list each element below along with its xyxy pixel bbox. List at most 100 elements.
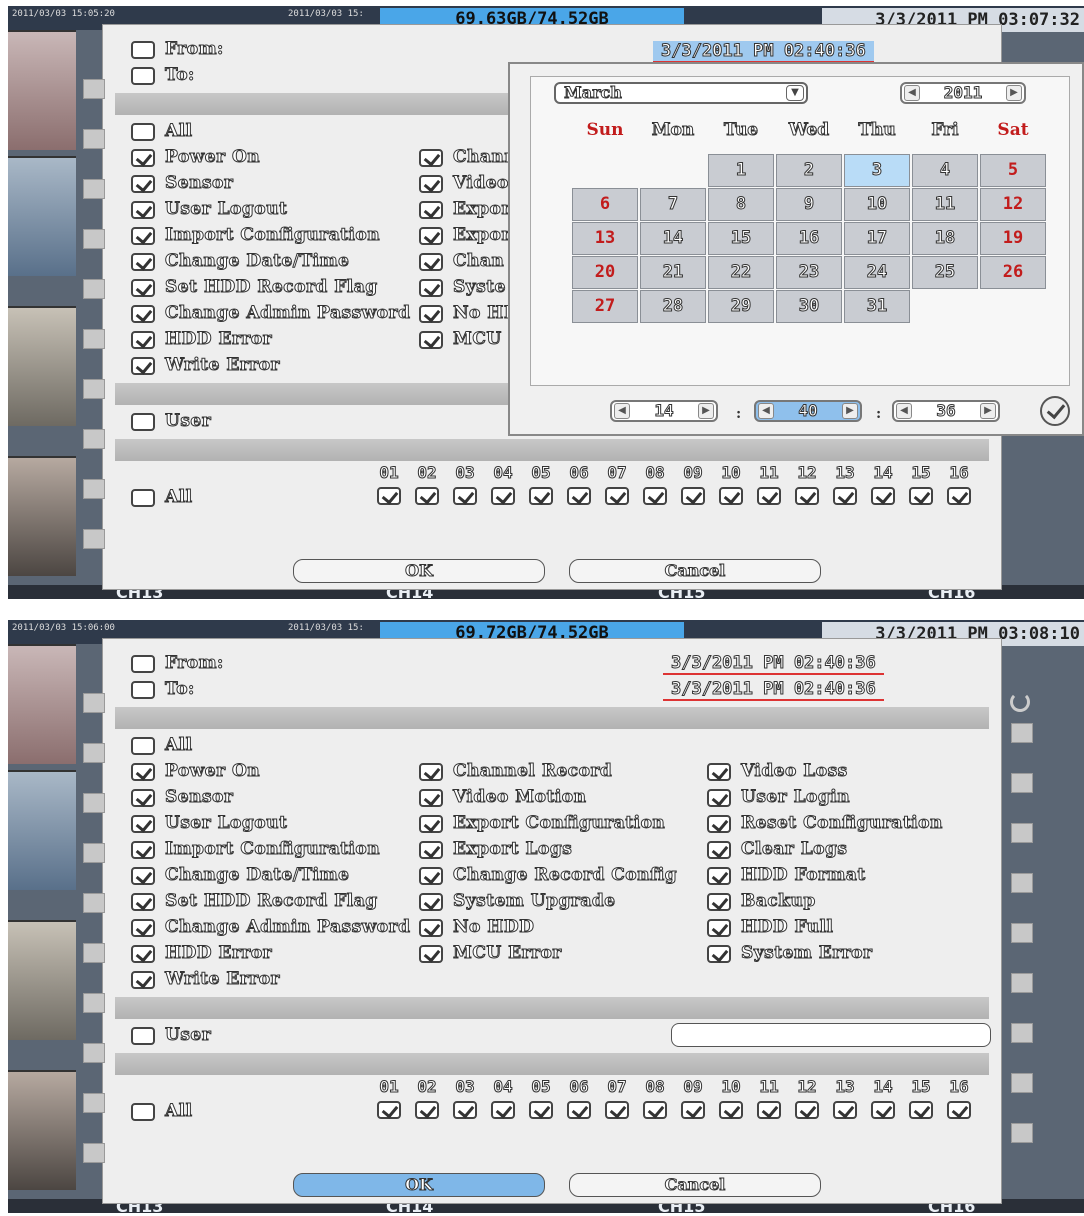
event-checkbox[interactable]: [419, 175, 443, 193]
all-events-checkbox[interactable]: [131, 737, 155, 755]
channel-checkbox[interactable]: [415, 487, 439, 505]
event-checkbox[interactable]: [131, 945, 155, 963]
side-button[interactable]: [83, 793, 105, 813]
all-events-checkbox[interactable]: [131, 123, 155, 141]
channel-checkbox[interactable]: [719, 1101, 743, 1119]
from-checkbox[interactable]: [131, 41, 155, 59]
month-select[interactable]: March ▼: [554, 82, 808, 104]
channel-checkbox[interactable]: [757, 487, 781, 505]
calendar-day[interactable]: 30: [776, 290, 842, 323]
channel-checkbox[interactable]: [719, 487, 743, 505]
user-checkbox[interactable]: [131, 1027, 155, 1045]
from-datetime[interactable]: 3/3/2011 PM 02:40:36: [653, 41, 874, 63]
channel-checkbox[interactable]: [605, 487, 629, 505]
event-checkbox[interactable]: [707, 867, 731, 885]
side-button[interactable]: [83, 179, 105, 199]
event-checkbox[interactable]: [419, 945, 443, 963]
channel-checkbox[interactable]: [643, 487, 667, 505]
chevron-right-icon[interactable]: ▶: [980, 403, 996, 419]
calendar-day[interactable]: 4: [912, 154, 978, 187]
side-button[interactable]: [83, 79, 105, 99]
camera-thumbnail[interactable]: [8, 156, 76, 276]
event-checkbox[interactable]: [131, 175, 155, 193]
calendar-day[interactable]: 22: [708, 256, 774, 289]
chevron-right-icon[interactable]: ▶: [698, 403, 714, 419]
side-button[interactable]: [83, 529, 105, 549]
calendar-day[interactable]: 20: [572, 256, 638, 289]
channel-checkbox[interactable]: [909, 487, 933, 505]
channel-checkbox[interactable]: [681, 1101, 705, 1119]
side-button[interactable]: [1011, 1023, 1033, 1043]
camera-thumbnail[interactable]: [8, 770, 76, 890]
side-button[interactable]: [1011, 1073, 1033, 1093]
event-checkbox[interactable]: [419, 305, 443, 323]
calendar-day[interactable]: 8: [708, 188, 774, 221]
chevron-down-icon[interactable]: ▼: [786, 85, 804, 101]
side-button[interactable]: [83, 1093, 105, 1113]
calendar-day[interactable]: 1: [708, 154, 774, 187]
event-checkbox[interactable]: [419, 789, 443, 807]
event-checkbox[interactable]: [419, 227, 443, 245]
side-button[interactable]: [83, 1043, 105, 1063]
to-checkbox[interactable]: [131, 681, 155, 699]
event-checkbox[interactable]: [419, 149, 443, 167]
channel-checkbox[interactable]: [871, 487, 895, 505]
second-stepper[interactable]: ◀ 36 ▶: [892, 400, 1000, 422]
calendar-day[interactable]: 18: [912, 222, 978, 255]
channel-checkbox[interactable]: [947, 487, 971, 505]
to-datetime[interactable]: 3/3/2011 PM 02:40:36: [663, 679, 884, 701]
channel-checkbox[interactable]: [947, 1101, 971, 1119]
calendar-day[interactable]: 27: [572, 290, 638, 323]
calendar-day[interactable]: 16: [776, 222, 842, 255]
cancel-button[interactable]: Cancel: [569, 559, 821, 583]
event-checkbox[interactable]: [131, 279, 155, 297]
side-button[interactable]: [83, 993, 105, 1013]
camera-thumbnail[interactable]: [8, 920, 76, 1040]
event-checkbox[interactable]: [419, 201, 443, 219]
calendar-day[interactable]: 28: [640, 290, 706, 323]
event-checkbox[interactable]: [131, 331, 155, 349]
minute-stepper[interactable]: ◀ 40 ▶: [754, 400, 862, 422]
event-checkbox[interactable]: [707, 841, 731, 859]
calendar-day[interactable]: 24: [844, 256, 910, 289]
camera-thumbnail[interactable]: [8, 456, 76, 576]
hour-stepper[interactable]: ◀ 14 ▶: [610, 400, 718, 422]
camera-thumbnail[interactable]: [8, 306, 76, 426]
to-checkbox[interactable]: [131, 67, 155, 85]
event-checkbox[interactable]: [419, 919, 443, 937]
calendar-day[interactable]: 13: [572, 222, 638, 255]
channel-checkbox[interactable]: [833, 1101, 857, 1119]
year-stepper[interactable]: ◀ 2011 ▶: [900, 82, 1026, 104]
event-checkbox[interactable]: [131, 201, 155, 219]
event-checkbox[interactable]: [131, 253, 155, 271]
side-button[interactable]: [83, 229, 105, 249]
calendar-day[interactable]: 25: [912, 256, 978, 289]
calendar-day[interactable]: 17: [844, 222, 910, 255]
event-checkbox[interactable]: [131, 893, 155, 911]
from-datetime[interactable]: 3/3/2011 PM 02:40:36: [663, 653, 884, 675]
side-button[interactable]: [1011, 723, 1033, 743]
event-checkbox[interactable]: [707, 893, 731, 911]
calendar-day[interactable]: 21: [640, 256, 706, 289]
side-button[interactable]: [83, 743, 105, 763]
side-button[interactable]: [1011, 773, 1033, 793]
event-checkbox[interactable]: [131, 841, 155, 859]
calendar-day[interactable]: 31: [844, 290, 910, 323]
channel-checkbox[interactable]: [871, 1101, 895, 1119]
ok-button[interactable]: OK: [293, 1173, 545, 1197]
camera-thumbnail[interactable]: [8, 1070, 76, 1190]
side-button[interactable]: [83, 329, 105, 349]
event-checkbox[interactable]: [419, 841, 443, 859]
chevron-right-icon[interactable]: ▶: [842, 403, 858, 419]
calendar-day[interactable]: 7: [640, 188, 706, 221]
calendar-day-selected[interactable]: 3: [844, 154, 910, 187]
side-button[interactable]: [83, 843, 105, 863]
event-checkbox[interactable]: [707, 789, 731, 807]
channel-checkbox[interactable]: [491, 487, 515, 505]
calendar-day[interactable]: 26: [980, 256, 1046, 289]
channel-checkbox[interactable]: [757, 1101, 781, 1119]
channel-checkbox[interactable]: [833, 487, 857, 505]
event-checkbox[interactable]: [131, 867, 155, 885]
calendar-day[interactable]: 10: [844, 188, 910, 221]
all-channels-checkbox[interactable]: [131, 489, 155, 507]
